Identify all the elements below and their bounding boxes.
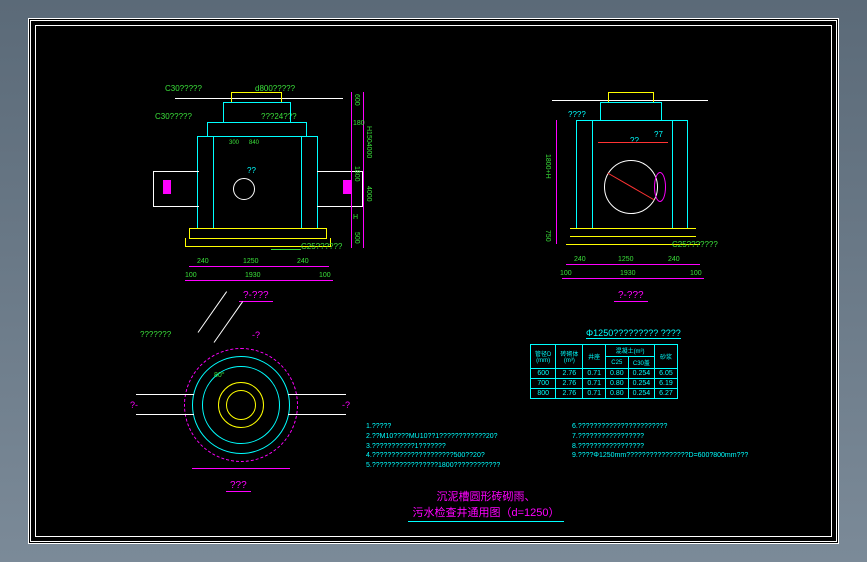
note-7: 7.????????????????? xyxy=(572,432,748,442)
table-row: 700 2.76 0.71 0.80 0.254 6.19 xyxy=(531,379,678,389)
th-c30: C30盖 xyxy=(628,357,655,369)
dim-1800H: 1800+H xyxy=(544,154,551,179)
drawing-sheet: C30????? d800????? C30????? ???24??? 300… xyxy=(35,25,832,537)
qq-label-b: ?? xyxy=(630,136,639,145)
dim-240a-b: 240 xyxy=(574,256,586,263)
q24-label: ???24??? xyxy=(261,112,297,121)
note-1: 1.????? xyxy=(366,422,500,432)
table-row: 800 2.76 0.71 0.80 0.254 6.27 xyxy=(531,389,678,399)
dim-Hv: H xyxy=(353,214,358,221)
plan-view: 80° ??????? ?- -? -? ??? xyxy=(146,336,366,516)
note-3: 3.???????????1??????? xyxy=(366,442,500,452)
dim-H1504000: H1504000 xyxy=(365,126,372,158)
notes-left: 1.????? 2.??M10????MU10??1????????????20… xyxy=(366,422,500,471)
dim-100b: 100 xyxy=(319,272,331,279)
dim-300: 300 xyxy=(229,140,239,146)
qqqq-label: ???? xyxy=(568,110,586,119)
note-9: 9.????Φ1250mm????????????????D=600?800mm… xyxy=(572,451,748,461)
title-line2: 污水检查井通用图（d=1250） xyxy=(408,504,563,522)
dim-1930-b: 1930 xyxy=(620,270,636,277)
dim-600v: 600 xyxy=(353,94,360,106)
dim-100a: 100 xyxy=(185,272,197,279)
cad-viewport: C30????? d800????? C30????? ???24??? 300… xyxy=(28,18,839,544)
q7-label: ?7 xyxy=(654,130,663,139)
table-title: Φ1250????????? ???? xyxy=(586,328,681,339)
th-c25group: 混凝土(m³) xyxy=(605,345,654,357)
section-b-label: ?-??? xyxy=(614,290,648,302)
note-4: 4.?????????????????????500??20? xyxy=(366,451,500,461)
cut-left: ?- xyxy=(130,400,138,410)
material-table: 管径D(mm) 砖砌体(m³) 井座 混凝土(m³) 砂浆 C25 C30盖 6… xyxy=(530,344,678,399)
dim-100b-b: 100 xyxy=(690,270,702,277)
dim-1930: 1930 xyxy=(245,272,261,279)
dim-4000v: 4000 xyxy=(365,186,372,202)
c25-label: C25?????? xyxy=(301,242,342,251)
note-5: 5.?????????????????1800???????????? xyxy=(366,461,500,471)
th-seat: 井座 xyxy=(583,345,606,369)
dim-180v: 180 xyxy=(353,120,365,127)
dim-1250: 1250 xyxy=(243,258,259,265)
c30-label-b: C30????? xyxy=(155,112,192,121)
dim-500v: 500 xyxy=(353,232,360,244)
c30-label-a: C30????? xyxy=(165,84,202,93)
plan-label: ??? xyxy=(226,480,251,492)
cut-top: -? xyxy=(252,330,260,340)
th-sj: 砂浆 xyxy=(655,345,678,369)
c25-label-b: C25??????? xyxy=(672,240,718,249)
note-2: 2.??M10????MU10??1????????????20? xyxy=(366,432,500,442)
th-brick: 砖砌体(m³) xyxy=(556,345,583,369)
note-8: 8.????????????????? xyxy=(572,442,748,452)
cut-right: -? xyxy=(342,400,350,410)
angle-80: 80° xyxy=(214,372,225,379)
table-row: 600 2.76 0.71 0.80 0.254 6.05 xyxy=(531,369,678,379)
th-c25: C25 xyxy=(605,357,628,369)
dim-240b: 240 xyxy=(297,258,309,265)
dim-750: 750 xyxy=(544,230,551,242)
title-line1: 沉泥槽圆形砖砌雨、 xyxy=(386,488,586,504)
dim-1250-b: 1250 xyxy=(618,256,634,263)
dim-240b-b: 240 xyxy=(668,256,680,263)
drawing-title: 沉泥槽圆形砖砌雨、 污水检查井通用图（d=1250） xyxy=(386,488,586,522)
dim-100a-b: 100 xyxy=(560,270,572,277)
notes-right: 6.??????????????????????? 7.????????????… xyxy=(572,422,748,461)
section-a-label: ?-??? xyxy=(239,290,273,302)
qqqq-plan: ??????? xyxy=(140,330,171,339)
dim-1800v: 1800 xyxy=(353,166,360,182)
dim-840: 840 xyxy=(249,140,259,146)
section-a-drawing: C30????? d800????? C30????? ???24??? 300… xyxy=(171,66,381,316)
section-b-drawing: ???? ?7 ?? C25??????? 1800+H 750 240 125… xyxy=(536,74,746,324)
qq-label: ?? xyxy=(247,166,256,175)
note-6: 6.??????????????????????? xyxy=(572,422,748,432)
th-d: 管径D(mm) xyxy=(531,345,556,369)
dim-240a: 240 xyxy=(197,258,209,265)
